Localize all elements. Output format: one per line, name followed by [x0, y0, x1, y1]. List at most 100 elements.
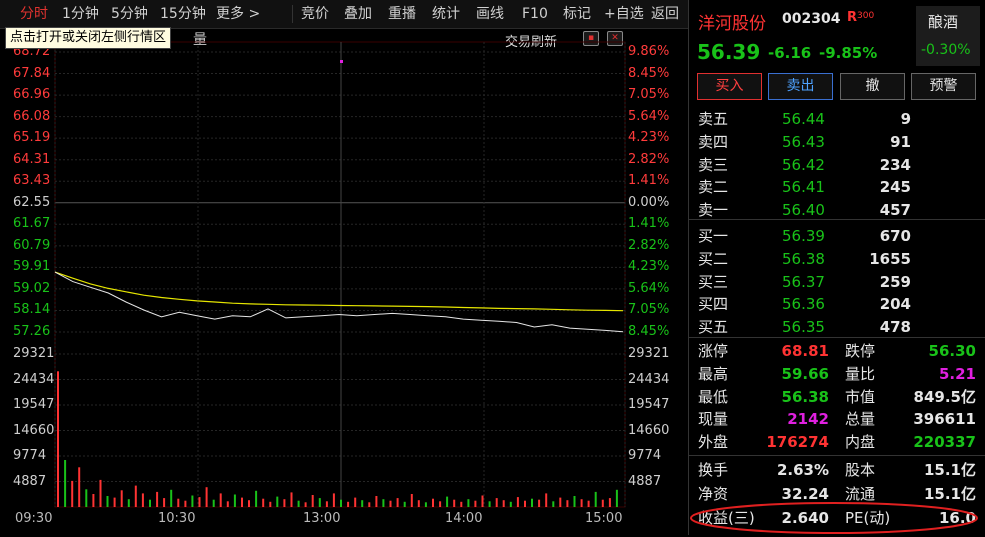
- volume-bar: [424, 502, 427, 507]
- stat-label: 外盘: [698, 433, 729, 452]
- order-book-volume: 91: [890, 132, 911, 151]
- volume-bar: [283, 499, 286, 507]
- sell-button[interactable]: 卖出: [768, 73, 833, 100]
- order-book-level-label: 卖二: [698, 178, 729, 197]
- replay-button[interactable]: 重播: [388, 0, 416, 28]
- stats2-divider: [689, 455, 985, 456]
- volume-bar: [453, 499, 456, 507]
- order-book-volume: 259: [879, 272, 911, 291]
- sector-card[interactable]: 酿酒 -0.30%: [916, 6, 980, 66]
- volume-tick-label: 4887: [628, 473, 662, 489]
- volume-bar: [262, 498, 265, 507]
- chart-canvas: [54, 41, 626, 508]
- overlay-button[interactable]: 叠加: [344, 0, 372, 28]
- tab-1min[interactable]: 1分钟: [62, 0, 99, 28]
- volume-bar: [608, 498, 611, 507]
- order-book-volume: 457: [879, 201, 911, 220]
- index-tag: 300: [857, 11, 875, 21]
- stock-code: 002304: [782, 11, 841, 27]
- volume-bar: [248, 500, 250, 507]
- stat-value: 176274: [766, 433, 829, 452]
- price-tick-label: 60.79: [13, 237, 51, 253]
- order-book-volume: 245: [879, 178, 911, 197]
- volume-bar: [184, 500, 187, 507]
- time-tick-label: 09:30: [15, 511, 53, 526]
- price-tick-label: 67.84: [13, 65, 51, 81]
- volume-bar: [382, 499, 385, 507]
- cancel-order-button[interactable]: 撤: [840, 73, 905, 100]
- volume-tick-label: 14660: [628, 422, 670, 438]
- stat-label: 内盘: [845, 433, 876, 452]
- price-change-pct: -9.85%: [819, 44, 878, 62]
- buy-button[interactable]: 买入: [697, 73, 762, 100]
- volume-bar: [594, 491, 597, 507]
- volume-bar: [233, 494, 236, 507]
- volume-bar: [290, 492, 293, 507]
- percent-tick-label: 4.23%: [628, 130, 670, 146]
- order-book-price: 56.44: [782, 110, 825, 128]
- volume-bar: [446, 496, 449, 507]
- volume-bar: [495, 498, 498, 507]
- volume-bar: [64, 460, 67, 507]
- back-button[interactable]: 返回: [651, 0, 679, 28]
- volume-bar: [516, 497, 519, 507]
- tab-intraday[interactable]: 分时: [20, 0, 48, 28]
- f10-button[interactable]: F10: [522, 0, 548, 28]
- order-book-volume: 9: [900, 110, 911, 128]
- volume-bar: [311, 495, 314, 507]
- quote-panel: 洋河股份 002304 R 300 酿酒 -0.30% 56.39 -6.16 …: [688, 0, 985, 535]
- highlight-ellipse: [690, 502, 978, 534]
- volume-bar: [99, 479, 102, 507]
- statistics-button[interactable]: 统计: [432, 0, 460, 28]
- percent-tick-label: 7.05%: [628, 87, 670, 103]
- percent-tick-label: 9.86%: [628, 44, 670, 59]
- tab-5min[interactable]: 5分钟: [111, 0, 148, 28]
- order-book-level-label: 买二: [698, 249, 729, 268]
- volume-bar: [601, 499, 604, 507]
- draw-line-button[interactable]: 画线: [476, 0, 504, 28]
- last-price: 56.39: [697, 40, 761, 64]
- price-tick-label: 61.67: [13, 216, 51, 232]
- mark-button[interactable]: 标记: [563, 0, 591, 28]
- order-book-volume: 478: [879, 318, 911, 337]
- order-book-price: 56.37: [782, 272, 825, 291]
- volume-bar: [460, 501, 463, 507]
- stock-terminal: 分时 1分钟 5分钟 15分钟 更多 > 竞价 叠加 重播 统计 画线 F10 …: [0, 0, 985, 535]
- percent-tick-label: 1.41%: [628, 216, 670, 232]
- volume-bar: [439, 501, 442, 507]
- volume-bar: [191, 495, 194, 507]
- average-price-line: [54, 271, 624, 312]
- time-tick-label: 15:00: [585, 511, 623, 526]
- percent-tick-label: 5.64%: [628, 280, 670, 296]
- volume-bar: [361, 500, 364, 507]
- stat-label: 总量: [845, 410, 876, 429]
- volume-tick-label: 9774: [628, 448, 662, 463]
- tab-more[interactable]: 更多 >: [216, 0, 260, 28]
- volume-bar: [163, 498, 166, 507]
- toolbar-divider: [292, 5, 293, 23]
- price-change: -6.16: [768, 44, 812, 62]
- order-book-price: 56.40: [782, 201, 825, 220]
- order-book-volume: 234: [879, 155, 911, 174]
- volume-tick-label: 4887: [13, 473, 47, 489]
- auction-button[interactable]: 竞价: [301, 0, 329, 28]
- alert-button[interactable]: 预警: [911, 73, 976, 100]
- order-book-divider: [689, 219, 985, 220]
- add-watchlist-button[interactable]: +自选: [604, 0, 644, 28]
- volume-bar: [170, 489, 173, 507]
- volume-tick-label: 19547: [13, 397, 55, 412]
- order-book-level-label: 卖四: [698, 132, 729, 151]
- volume-bar: [212, 499, 215, 507]
- price-tick-label: 59.91: [13, 259, 51, 275]
- stat-value: 849.5亿: [913, 387, 976, 406]
- volume-bar: [57, 371, 59, 507]
- volume-bar: [120, 490, 123, 507]
- percent-tick-label: 2.82%: [628, 237, 670, 253]
- volume-bar: [156, 491, 159, 507]
- volume-tick-label: 14660: [13, 422, 55, 438]
- tab-15min[interactable]: 15分钟: [160, 0, 206, 28]
- percent-tick-label: 8.45%: [628, 324, 670, 339]
- volume-bar: [219, 493, 222, 507]
- price-tick-label: 62.55: [13, 194, 51, 210]
- stat-value: 56.38: [781, 387, 829, 406]
